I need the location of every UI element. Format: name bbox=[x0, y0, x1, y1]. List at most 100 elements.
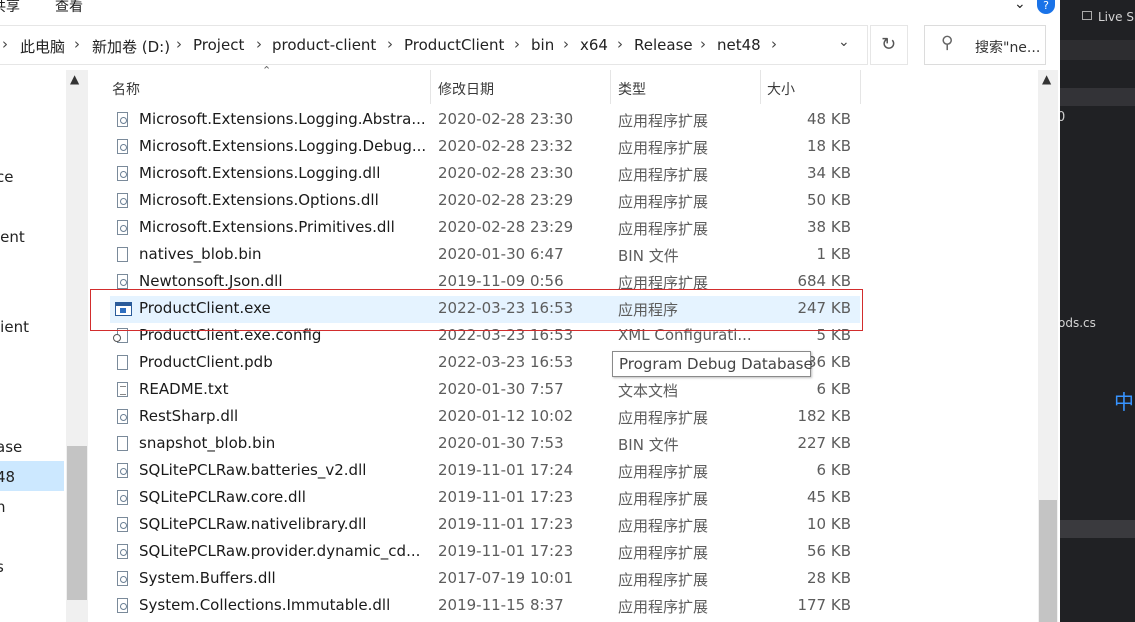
chevron-right-icon[interactable]: › bbox=[514, 35, 520, 53]
column-divider[interactable] bbox=[430, 70, 431, 104]
ribbon-collapse-chevron-icon[interactable]: ⌄ bbox=[1014, 0, 1026, 12]
dll-icon bbox=[117, 193, 128, 208]
breadcrumb-bin[interactable]: bin bbox=[531, 36, 554, 54]
ime-indicator[interactable]: 中 bbox=[1114, 386, 1134, 415]
file-row[interactable]: SQLitePCLRaw.provider.dynamic_cd... 2019-… bbox=[110, 539, 860, 566]
file-type: 应用程序扩展 bbox=[618, 166, 709, 184]
column-header-name[interactable]: 名称 bbox=[112, 79, 140, 99]
dll-icon bbox=[117, 490, 128, 505]
file-row[interactable]: natives_blob.bin 2020-01-30 6:47 BIN 文件 1 K… bbox=[110, 242, 860, 269]
file-row[interactable]: SQLitePCLRaw.batteries_v2.dll 2019-11-01 … bbox=[110, 458, 860, 485]
file-row[interactable]: Microsoft.Extensions.Logging.Abstra... 20… bbox=[110, 107, 860, 134]
search-box[interactable]: ⚲ 搜索"ne... bbox=[924, 25, 1046, 65]
file-name: Newtonsoft.Json.dll bbox=[139, 272, 283, 290]
column-divider[interactable] bbox=[860, 70, 861, 104]
chevron-right-icon[interactable]: › bbox=[563, 35, 569, 53]
side-panel-bar bbox=[1060, 88, 1135, 106]
dll-icon bbox=[117, 112, 128, 127]
file-size: 10 KB bbox=[807, 515, 851, 533]
chevron-right-icon[interactable]: › bbox=[700, 35, 706, 53]
chevron-right-icon[interactable]: › bbox=[176, 35, 182, 53]
chevron-right-icon[interactable]: › bbox=[617, 35, 623, 53]
search-input[interactable]: 搜索"ne... bbox=[975, 37, 1045, 57]
breadcrumb-productclient[interactable]: ProductClient bbox=[404, 36, 504, 54]
scroll-up-arrow-icon[interactable]: ▲ bbox=[70, 72, 79, 86]
dll-icon bbox=[117, 409, 128, 424]
column-header-date[interactable]: 修改日期 bbox=[438, 79, 494, 99]
column-divider[interactable] bbox=[760, 70, 761, 104]
file-name: RestSharp.dll bbox=[139, 407, 239, 425]
file-list-scrollbar-thumb[interactable] bbox=[1039, 500, 1057, 622]
file-date: 2020-01-30 7:53 bbox=[438, 434, 564, 452]
file-name: SQLitePCLRaw.batteries_v2.dll bbox=[139, 461, 367, 479]
file-row[interactable]: RestSharp.dll 2020-01-12 10:02 应用程序扩展 182 K… bbox=[110, 404, 860, 431]
file-date: 2019-11-01 17:23 bbox=[438, 488, 574, 506]
file-size: 36 KB bbox=[807, 353, 851, 371]
live-share-button[interactable]: Live Sh bbox=[1098, 10, 1135, 24]
nav-item[interactable]: n bbox=[0, 498, 6, 516]
nav-item[interactable]: lient bbox=[0, 318, 29, 336]
side-panel-bar bbox=[1060, 40, 1135, 60]
history-dropdown-chevron-icon[interactable]: ⌄ bbox=[838, 34, 850, 50]
breadcrumb-project[interactable]: Project bbox=[193, 36, 244, 54]
file-row[interactable]: Microsoft.Extensions.Primitives.dll 2020-… bbox=[110, 215, 860, 242]
column-header-size[interactable]: 大小 bbox=[767, 79, 795, 99]
side-panel-filename[interactable]: ods.cs bbox=[1060, 316, 1096, 330]
nav-item[interactable]: ase bbox=[0, 438, 22, 456]
file-row[interactable]: Microsoft.Extensions.Options.dll 2020-02-… bbox=[110, 188, 860, 215]
column-header-type[interactable]: 类型 bbox=[618, 79, 646, 99]
chevron-right-icon[interactable]: › bbox=[74, 35, 80, 53]
nav-item-selected[interactable]: 48 bbox=[0, 468, 15, 486]
chevron-right-icon[interactable]: › bbox=[387, 35, 393, 53]
breadcrumb-product-client[interactable]: product-client bbox=[272, 36, 376, 54]
dll-icon bbox=[117, 598, 128, 613]
file-size: 48 KB bbox=[807, 110, 851, 128]
file-date: 2019-11-01 17:23 bbox=[438, 542, 574, 560]
scroll-up-arrow-icon[interactable]: ▲ bbox=[1042, 72, 1051, 86]
file-type: 应用程序扩展 bbox=[618, 544, 709, 562]
file-name: SQLitePCLRaw.core.dll bbox=[139, 488, 306, 506]
file-list-scrollbar[interactable]: ▲ bbox=[1038, 70, 1058, 622]
live-share-icon bbox=[1082, 11, 1092, 20]
text-file-icon bbox=[117, 382, 128, 397]
file-name: snapshot_blob.bin bbox=[139, 434, 276, 452]
breadcrumb-x64[interactable]: x64 bbox=[580, 36, 608, 54]
file-row[interactable]: SQLitePCLRaw.nativelibrary.dll 2019-11-01… bbox=[110, 512, 860, 539]
file-size: 684 KB bbox=[797, 272, 851, 290]
file-row[interactable]: System.Buffers.dll 2017-07-19 10:01 应用程序扩展… bbox=[110, 566, 860, 593]
file-size: 56 KB bbox=[807, 542, 851, 560]
file-date: 2019-11-01 17:24 bbox=[438, 461, 574, 479]
file-row[interactable]: System.Collections.Immutable.dll 2019-11-… bbox=[110, 593, 860, 620]
breadcrumb[interactable]: › 此电脑 › 新加卷 (D:) › Project › product-cli… bbox=[0, 25, 868, 65]
file-type: 应用程序扩展 bbox=[618, 463, 709, 481]
breadcrumb-net48[interactable]: net48 bbox=[717, 36, 761, 54]
share-tab[interactable]: 共享 bbox=[0, 0, 20, 16]
file-type: 应用程序扩展 bbox=[618, 517, 709, 535]
file-icon bbox=[117, 247, 128, 262]
nav-scrollbar[interactable]: ▲ bbox=[66, 70, 88, 622]
file-date: 2020-01-30 7:57 bbox=[438, 380, 564, 398]
nav-item[interactable]: ient bbox=[0, 228, 25, 246]
breadcrumb-release[interactable]: Release bbox=[634, 36, 693, 54]
file-row[interactable]: SQLitePCLRaw.core.dll 2019-11-01 17:23 应用程… bbox=[110, 485, 860, 512]
nav-item[interactable]: s bbox=[0, 558, 4, 576]
file-row[interactable]: Microsoft.Extensions.Logging.dll 2020-02-… bbox=[110, 161, 860, 188]
breadcrumb-this-pc[interactable]: 此电脑 bbox=[20, 36, 65, 57]
view-tab[interactable]: 查看 bbox=[55, 0, 83, 16]
nav-item[interactable]: ce bbox=[0, 168, 13, 186]
dll-icon bbox=[117, 517, 128, 532]
file-row[interactable]: Microsoft.Extensions.Logging.Debug... 202… bbox=[110, 134, 860, 161]
chevron-right-icon[interactable]: › bbox=[256, 35, 262, 53]
file-name: ProductClient.pdb bbox=[139, 353, 273, 371]
refresh-button[interactable]: ↻ bbox=[870, 25, 908, 65]
file-row[interactable]: snapshot_blob.bin 2020-01-30 7:53 BIN 文件 22… bbox=[110, 431, 860, 458]
breadcrumb-drive-d[interactable]: 新加卷 (D:) bbox=[92, 36, 170, 57]
file-date: 2020-02-28 23:29 bbox=[438, 218, 574, 236]
column-headers: 名称 修改日期 类型 大小 bbox=[104, 70, 864, 104]
chevron-right-icon[interactable]: › bbox=[771, 35, 777, 53]
file-row[interactable]: README.txt 2020-01-30 7:57 文本文档 6 KB bbox=[110, 377, 860, 404]
column-divider[interactable] bbox=[610, 70, 611, 104]
tooltip-text: Program Debug Database bbox=[619, 355, 813, 373]
nav-scrollbar-thumb[interactable] bbox=[67, 446, 87, 600]
file-size: 38 KB bbox=[807, 218, 851, 236]
